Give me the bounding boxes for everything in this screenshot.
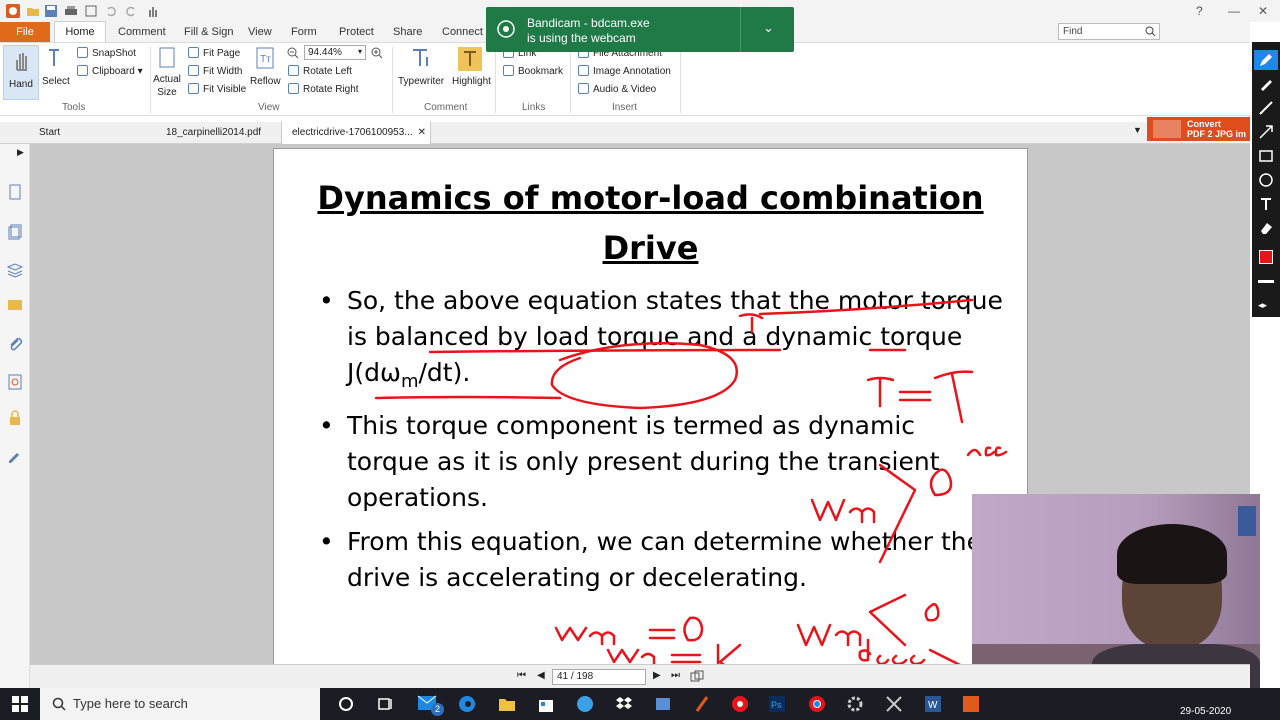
settings-gear-icon[interactable]	[846, 695, 864, 713]
mail-badge: 2	[431, 703, 444, 716]
ink-underline-motor	[758, 298, 974, 316]
ink-color-swatch[interactable]	[1259, 250, 1273, 264]
stamp-icon[interactable]	[1258, 172, 1274, 188]
marker-icon[interactable]	[1258, 76, 1274, 92]
cursor-icon[interactable]	[1258, 24, 1274, 40]
webcam-person-hair	[1117, 524, 1227, 584]
stroke-width-selector[interactable]	[1258, 280, 1274, 283]
chrome-icon[interactable]	[808, 695, 826, 713]
ink-wm-equals-zero	[554, 616, 704, 646]
word-icon[interactable]: W	[924, 695, 942, 713]
ink-wm-less-zero	[796, 593, 940, 647]
ink-decc	[858, 638, 926, 666]
task-view-icon[interactable]	[377, 695, 395, 713]
page-view-icon[interactable]	[690, 670, 704, 684]
bandicam-icon[interactable]	[731, 695, 749, 713]
expand-toolbar-icon[interactable]: ◂▸	[1258, 300, 1267, 311]
page-number-input[interactable]: 41 / 198	[552, 669, 646, 685]
svg-text:Ps: Ps	[771, 700, 782, 710]
taskbar-mail[interactable]: 2	[417, 693, 447, 717]
ink-tl-mark	[738, 313, 764, 334]
pdf-app-icon[interactable]	[693, 695, 711, 713]
ink-underline-dynamic	[374, 395, 562, 400]
skype-icon[interactable]	[576, 695, 594, 713]
pen-icon	[1260, 54, 1272, 66]
first-page-button[interactable]: ⏮	[517, 670, 526, 681]
webcam-poster	[1238, 506, 1256, 536]
windows-taskbar: Type here to search 2 Ps W 29-05-2020	[0, 688, 1280, 720]
pen-tool-active[interactable]	[1254, 50, 1278, 70]
ink-equation-t-equals-t	[866, 370, 974, 424]
eraser-icon[interactable]	[1258, 220, 1274, 236]
file-explorer-icon[interactable]	[498, 695, 516, 713]
store-icon[interactable]	[537, 695, 555, 713]
search-icon	[52, 697, 66, 711]
cortana-icon[interactable]	[337, 695, 355, 713]
line-icon[interactable]	[1258, 100, 1274, 116]
rectangle-icon[interactable]	[1258, 148, 1274, 164]
page-number-value: 41 / 198	[557, 671, 594, 682]
last-page-button[interactable]: ⏭	[671, 670, 680, 681]
annotation-toolbar: ◂▸	[1252, 25, 1280, 317]
pdf-reader-icon[interactable]	[962, 695, 980, 713]
windows-start-icon[interactable]	[12, 696, 28, 712]
photoshop-icon[interactable]: Ps	[768, 695, 786, 713]
app-icon[interactable]	[654, 695, 672, 713]
tools-icon[interactable]	[885, 695, 903, 713]
arrow-tool-icon[interactable]	[1258, 124, 1274, 140]
dropbox-icon[interactable]	[615, 695, 633, 713]
taskbar-date: 29-05-2020	[1180, 706, 1232, 717]
previous-page-button[interactable]: ◀	[537, 670, 545, 681]
ink-ellipse-dynamic-torque	[550, 342, 738, 410]
ink-acc	[966, 446, 1008, 457]
ink-wm-greater-zero	[810, 463, 953, 564]
page-navigation-bar: ⏮ ◀ 41 / 198 ▶ ⏭	[30, 664, 1250, 688]
text-tool-icon[interactable]	[1258, 196, 1274, 212]
svg-text:W: W	[928, 700, 938, 711]
edge-icon[interactable]	[458, 695, 476, 713]
ink-underline-torque	[428, 348, 782, 354]
taskbar-search-box[interactable]: Type here to search	[40, 688, 320, 720]
taskbar-search-placeholder: Type here to search	[73, 696, 188, 711]
next-page-button[interactable]: ▶	[653, 670, 661, 681]
